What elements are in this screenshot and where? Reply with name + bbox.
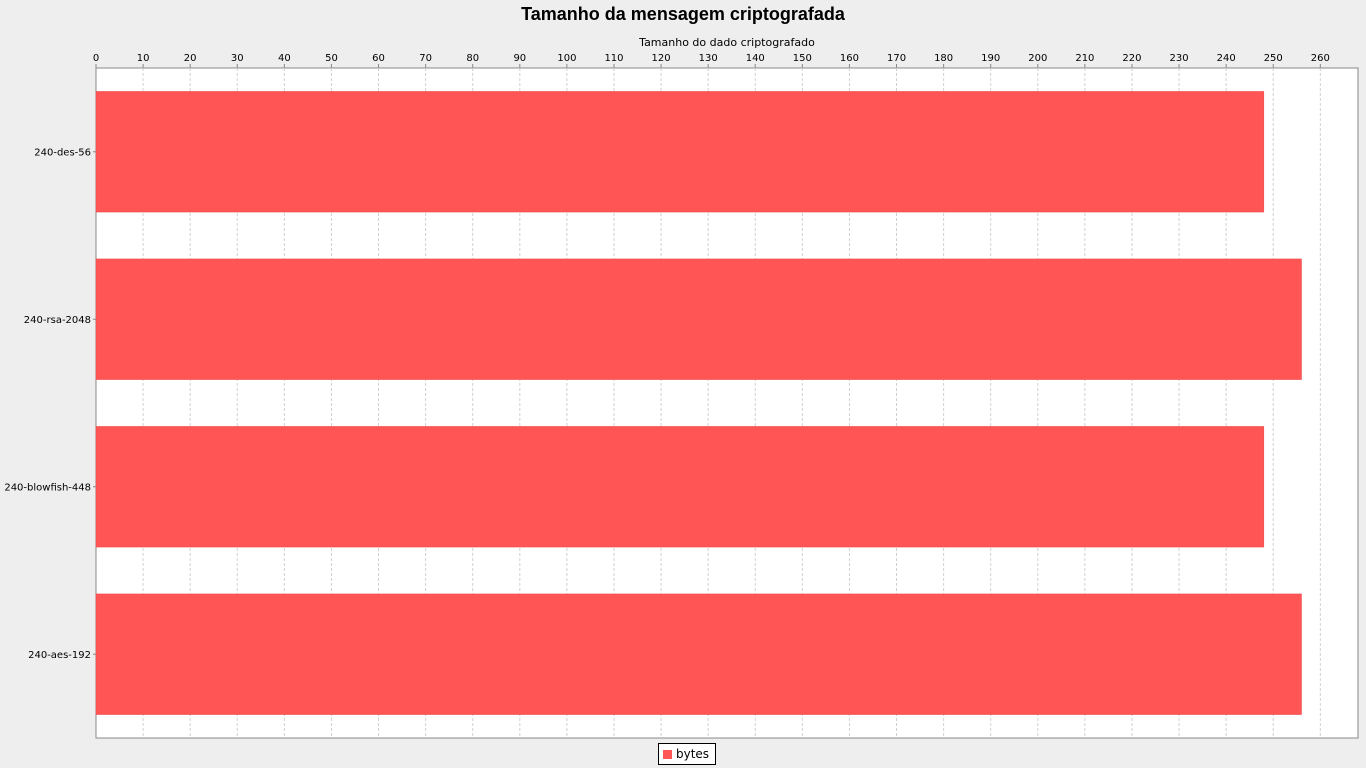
x-tick-label: 60 [372, 53, 385, 64]
bar-240-blowfish-448 [95, 426, 1265, 548]
bar-240-des-56 [95, 91, 1265, 213]
legend-label-bytes: bytes [676, 747, 710, 761]
x-tick-label: 10 [137, 53, 150, 64]
x-tick-label: 260 [1311, 53, 1330, 64]
x-tick-label: 20 [184, 53, 197, 64]
x-tick-label: 90 [513, 53, 526, 64]
y-category-label: 240-rsa-2048 [24, 315, 91, 326]
bar-240-aes-192 [95, 593, 1302, 715]
y-category-label: 240-blowfish-448 [4, 482, 91, 493]
x-tick-label: 140 [746, 53, 765, 64]
x-tick-label: 230 [1170, 53, 1189, 64]
x-tick-label: 240 [1217, 53, 1236, 64]
x-tick-label: 190 [981, 53, 1000, 64]
x-tick-label: 80 [466, 53, 479, 64]
y-axis-labels: 240-des-56 240-rsa-2048 240-blowfish-448 24… [4, 147, 96, 661]
x-tick-label: 0 [93, 53, 99, 64]
x-tick-label: 100 [557, 53, 576, 64]
chart-title: Tamanho da mensagem criptografada [521, 4, 846, 24]
x-tick-label: 250 [1264, 53, 1283, 64]
x-tick-label: 110 [604, 53, 623, 64]
x-tick-label: 50 [325, 53, 338, 64]
x-tick-label: 160 [840, 53, 859, 64]
x-axis-label: Tamanho do dado criptografado [638, 36, 815, 49]
bar-240-rsa-2048 [95, 258, 1302, 380]
x-tick-label: 130 [699, 53, 718, 64]
x-tick-label: 210 [1075, 53, 1094, 64]
x-tick-label: 200 [1028, 53, 1047, 64]
x-tick-label: 30 [231, 53, 244, 64]
bar-chart: Tamanho da mensagem criptografada Tamanh… [4, 4, 1359, 739]
x-tick-label: 170 [887, 53, 906, 64]
x-tick-label: 220 [1122, 53, 1141, 64]
x-tick-label: 180 [934, 53, 953, 64]
x-tick-label: 120 [652, 53, 671, 64]
x-tick-label: 70 [419, 53, 432, 64]
x-tick-label: 150 [793, 53, 812, 64]
legend: bytes [658, 743, 717, 765]
x-axis-ticks: 0 10 20 30 40 50 60 70 80 90 100 110 120 130 140 150 160… [93, 53, 1330, 68]
x-tick-label: 40 [278, 53, 291, 64]
y-category-label: 240-aes-192 [28, 650, 91, 661]
chart-container: Tamanho da mensagem criptografada Tamanh… [0, 0, 1366, 768]
legend-swatch [663, 749, 672, 759]
y-category-label: 240-des-56 [34, 147, 91, 158]
